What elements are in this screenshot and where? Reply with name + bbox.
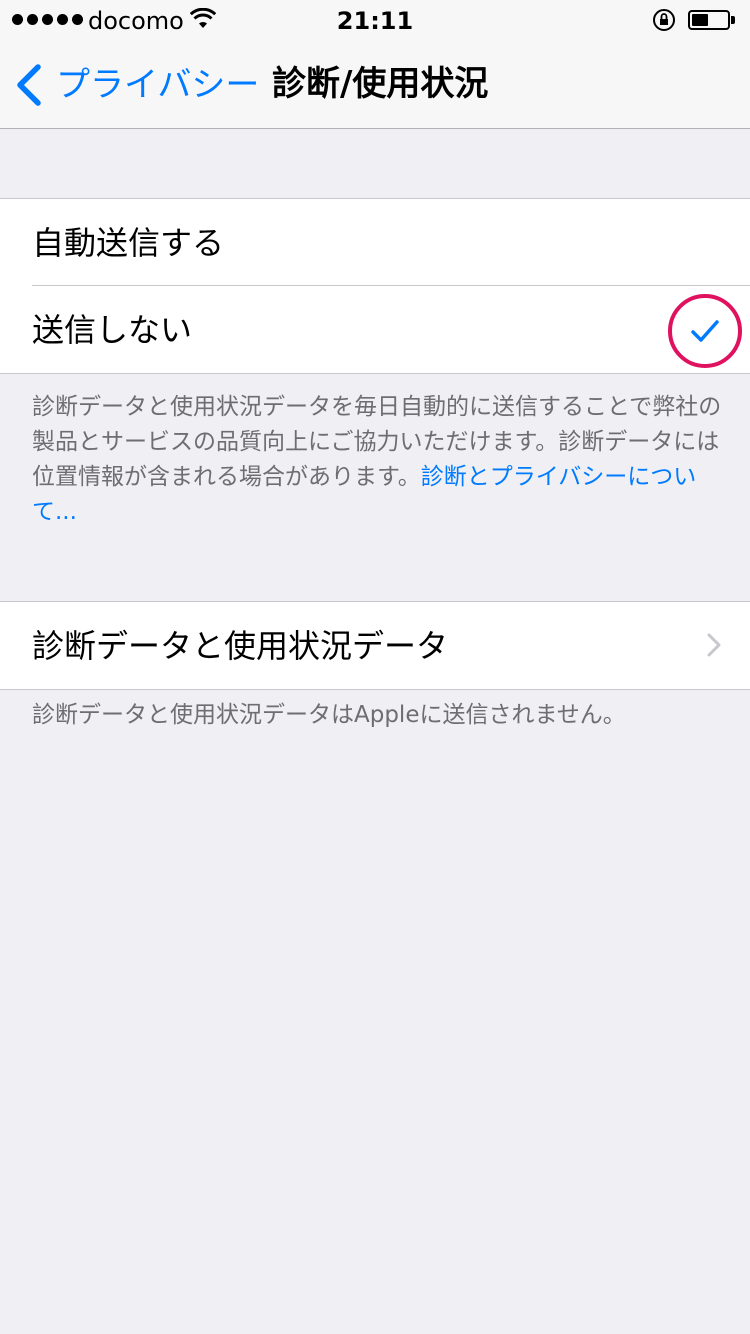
orientation-lock-icon bbox=[653, 9, 675, 31]
send-options-group: 自動送信する 送信しない bbox=[0, 198, 750, 374]
option-label: 自動送信する bbox=[32, 223, 225, 262]
row-label: 診断データと使用状況データ bbox=[32, 626, 449, 665]
diagnostic-data-footer: 診断データと使用状況データはAppleに送信されません。 bbox=[32, 702, 626, 728]
diagnostic-data-row[interactable]: 診断データと使用状況データ bbox=[0, 602, 750, 689]
navigation-bar: プライバシー 診断/使用状況 bbox=[0, 40, 750, 129]
chevron-left-icon bbox=[17, 64, 41, 106]
diagnostic-data-group: 診断データと使用状況データ bbox=[0, 601, 750, 690]
chevron-right-icon bbox=[707, 633, 721, 657]
back-button-label: プライバシー bbox=[56, 65, 260, 105]
page-title: 診断/使用状況 bbox=[272, 64, 489, 104]
option-do-not-send[interactable]: 送信しない bbox=[0, 286, 750, 373]
checkmark-icon bbox=[691, 320, 719, 342]
back-button[interactable]: プライバシー bbox=[14, 62, 259, 108]
option-auto-send[interactable]: 自動送信する bbox=[0, 199, 750, 286]
battery-icon bbox=[688, 10, 736, 30]
status-bar: docomo 21:11 bbox=[0, 0, 750, 40]
send-options-footer: 診断データと使用状況データを毎日自動的に送信することで弊社の製品とサービスの品質… bbox=[32, 390, 722, 530]
status-time: 21:11 bbox=[336, 7, 414, 35]
option-label: 送信しない bbox=[32, 310, 193, 349]
selected-indicator bbox=[668, 294, 742, 368]
